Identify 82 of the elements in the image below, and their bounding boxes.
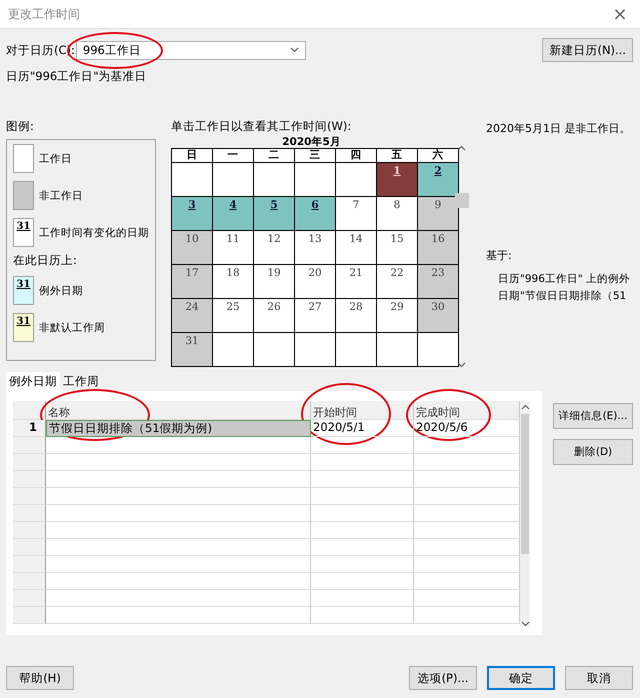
legend-swatch: 31	[13, 276, 34, 305]
day-cell[interactable]: 23	[418, 265, 458, 298]
window-title: 更改工作时间	[8, 6, 81, 22]
column-header[interactable]: 名称	[46, 401, 311, 420]
delete-button[interactable]: 删除(D)	[553, 439, 633, 465]
tab[interactable]: 例外日期	[6, 372, 60, 391]
weekday-header: 三	[295, 149, 335, 162]
chevron-up-icon	[457, 145, 466, 151]
table-scrollbar[interactable]	[520, 401, 530, 627]
legend-title: 图例:	[6, 119, 35, 135]
day-cell[interactable]: 25	[213, 299, 253, 332]
chevron-down-icon	[520, 621, 530, 627]
based-on-text: 日历"996工作日" 上的例外日期"节假日日期排除（51	[498, 272, 632, 304]
dialog-button[interactable]: 取消	[565, 666, 633, 690]
day-cell[interactable]: 27	[295, 299, 335, 332]
day-cell[interactable]: 22	[377, 265, 417, 298]
table-cell[interactable]: 节假日日期排除（51假期为例)	[46, 420, 311, 437]
dialog-button[interactable]: 选项(P)...	[409, 666, 477, 690]
based-on-label: 基于:	[486, 248, 513, 263]
day-cell[interactable]: 18	[213, 265, 253, 298]
weekday-header: 日	[172, 149, 212, 162]
day-cell[interactable]: 28	[336, 299, 376, 332]
day-cell[interactable]: 2	[418, 163, 458, 196]
day-cell[interactable]: 15	[377, 231, 417, 264]
column-header[interactable]: 完成时间	[414, 401, 520, 420]
day-cell[interactable]: 13	[295, 231, 335, 264]
chevron-up-icon	[520, 404, 530, 410]
weekday-header: 六	[418, 149, 458, 162]
calendar-prompt: 单击工作日以查看其工作时间(W):	[171, 119, 352, 135]
legend-label: 非工作日	[39, 188, 83, 202]
day-cell[interactable]: 20	[295, 265, 335, 298]
legend-label: 工作时间有变化的日期	[39, 226, 149, 240]
day-cell[interactable]: 7	[336, 197, 376, 230]
legend-swatch: 31	[13, 313, 34, 342]
day-cell[interactable]: 4	[213, 197, 253, 230]
day-cell[interactable]: 21	[336, 265, 376, 298]
chevron-down-icon	[290, 47, 299, 53]
legend-swatch: 31	[13, 218, 34, 247]
day-cell[interactable]: 3	[172, 197, 212, 230]
legend-label: 非默认工作周	[39, 320, 105, 334]
scroll-thumb[interactable]	[454, 193, 468, 208]
legend-swatch	[13, 181, 34, 210]
weekday-header: 四	[336, 149, 376, 162]
day-cell[interactable]: 12	[254, 231, 294, 264]
row-header-corner	[13, 401, 46, 420]
day-cell[interactable]: 8	[377, 197, 417, 230]
day-cell[interactable]: 14	[336, 231, 376, 264]
day-cell[interactable]: 29	[377, 299, 417, 332]
legend-label: 例外日期	[39, 284, 83, 298]
day-cell[interactable]: 17	[172, 265, 212, 298]
day-cell[interactable]: 9	[418, 197, 458, 230]
weekday-header: 一	[213, 149, 253, 162]
day-cell[interactable]: 11	[213, 231, 253, 264]
weekday-header: 五	[377, 149, 417, 162]
chevron-down-icon	[457, 362, 466, 368]
column-header[interactable]: 开始时间	[311, 401, 414, 420]
weekday-header: 二	[254, 149, 294, 162]
legend-subtitle: 在此日历上:	[13, 253, 78, 268]
day-cell[interactable]: 6	[295, 197, 335, 230]
day-cell[interactable]: 16	[418, 231, 458, 264]
legend-swatch	[13, 144, 34, 173]
row-number[interactable]: 1	[13, 420, 46, 437]
day-cell[interactable]: 30	[418, 299, 458, 332]
scroll-thumb[interactable]	[521, 414, 529, 554]
day-cell[interactable]: 1	[377, 163, 417, 196]
month-title: 2020年5月	[281, 135, 342, 148]
details-button[interactable]: 详细信息(E)...	[553, 403, 633, 429]
help-button[interactable]: 帮助(H)	[6, 666, 74, 690]
day-cell[interactable]: 5	[254, 197, 294, 230]
new-calendar-button[interactable]: 新建日历(N)...	[542, 38, 633, 62]
legend-label: 工作日	[39, 152, 72, 166]
day-status-text: 2020年5月1日 是非工作日。	[486, 121, 632, 136]
day-cell[interactable]: 26	[254, 299, 294, 332]
day-cell[interactable]: 10	[172, 231, 212, 264]
calendar-dropdown[interactable]: 996工作日	[76, 40, 306, 60]
day-cell[interactable]: 19	[254, 265, 294, 298]
day-cell[interactable]: 31	[172, 333, 212, 366]
close-button[interactable]: ×	[600, 0, 640, 28]
base-calendar-note: 日历"996工作日"为基准日	[6, 69, 148, 84]
empty-table-row[interactable]	[13, 437, 520, 454]
day-cell[interactable]: 24	[172, 299, 212, 332]
dialog-button[interactable]: 确定	[487, 666, 555, 690]
